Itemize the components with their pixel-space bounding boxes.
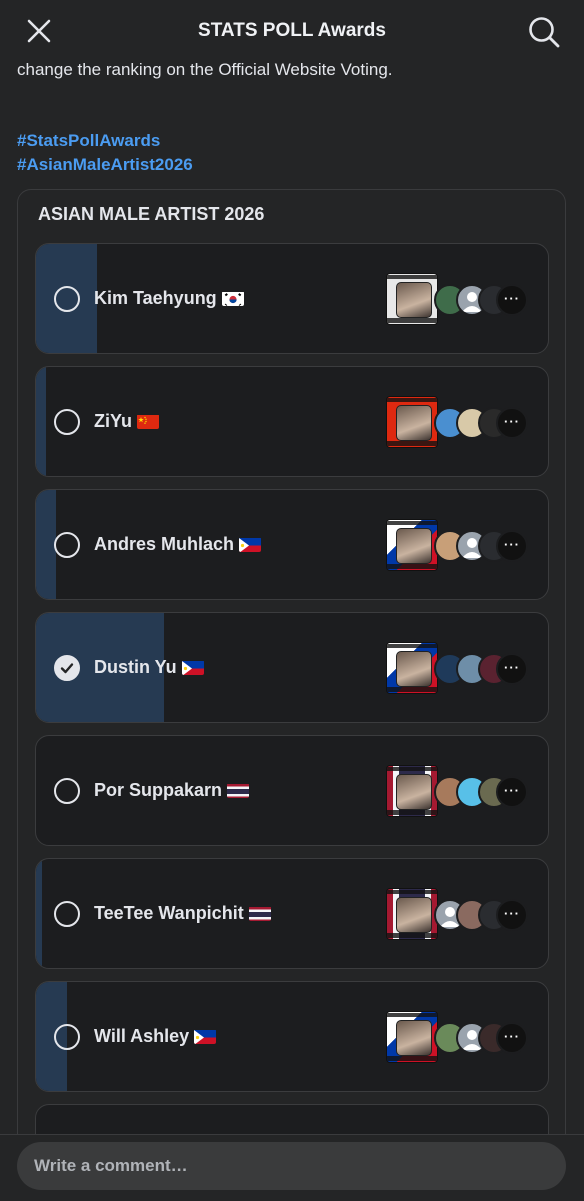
voter-avatars[interactable]: ··· [386,642,536,696]
poll-option-label: Por Suppakarn [94,780,250,801]
poll-option[interactable]: Andres Muhlach ··· [35,489,549,600]
poll-title: ASIAN MALE ARTIST 2026 [38,204,265,224]
voter-avatars[interactable]: ··· [386,396,536,450]
voter-avatars[interactable]: ··· [386,765,536,819]
flag-ph-icon [239,537,262,552]
check-icon [60,663,74,674]
voter-avatars[interactable]: ··· [386,888,536,942]
radio-button[interactable] [54,532,80,558]
award-poster-thumbnail [386,888,438,940]
post-text: change the ranking on the Official Websi… [17,60,393,79]
award-poster-thumbnail [386,642,438,694]
more-voters-icon[interactable]: ··· [496,899,528,931]
award-poster-thumbnail [386,1011,438,1063]
poll-option-label: Kim Taehyung [94,288,244,309]
option-name: ZiYu [94,411,133,431]
poll-option-label: TeeTee Wanpichit [94,903,271,924]
radio-button[interactable] [54,286,80,312]
option-name: Andres Muhlach [94,534,235,554]
flag-cn-icon [137,414,160,429]
poll-option-label: Dustin Yu [94,657,204,678]
top-bar: STATS POLL Awards [0,0,584,62]
poll-option-label: Andres Muhlach [94,534,262,555]
option-name: Will Ashley [94,1026,190,1046]
more-voters-icon[interactable]: ··· [496,1022,528,1054]
more-voters-icon[interactable]: ··· [496,284,528,316]
poll-option[interactable]: TeeTee Wanpichit ··· [35,858,549,969]
vote-share-bar [36,367,47,476]
flag-kr-icon [221,291,244,306]
voter-avatars[interactable]: ··· [386,273,536,327]
more-voters-icon[interactable]: ··· [496,530,528,562]
award-poster-thumbnail [386,519,438,571]
search-icon[interactable] [524,12,564,52]
award-poster-thumbnail [386,765,438,817]
poll-option[interactable]: Por Suppakarn ··· [35,735,549,846]
flag-th-icon [248,906,271,921]
poll-card: ASIAN MALE ARTIST 2026 Kim Taehyung ··· Zi… [17,189,566,1149]
radio-button[interactable] [54,1024,80,1050]
poll-option-label: Will Ashley [94,1026,217,1047]
option-name: TeeTee Wanpichit [94,903,244,923]
more-voters-icon[interactable]: ··· [496,776,528,808]
award-poster-thumbnail [386,273,438,325]
poll-option[interactable]: ZiYu ··· [35,366,549,477]
voter-avatars[interactable]: ··· [386,519,536,573]
more-voters-icon[interactable]: ··· [496,407,528,439]
page-title: STATS POLL Awards [198,20,386,41]
poll-option[interactable]: Dustin Yu ··· [35,612,549,723]
radio-checked-icon[interactable] [54,655,80,681]
radio-button[interactable] [54,409,80,435]
hashtag-asianmaleartist2026[interactable]: #AsianMaleArtist2026 [17,155,193,175]
flag-ph-icon [194,1029,217,1044]
radio-button[interactable] [54,778,80,804]
option-name: Dustin Yu [94,657,177,677]
poll-option-label: ZiYu [94,411,160,432]
flag-th-icon [227,783,250,798]
option-name: Kim Taehyung [94,288,217,308]
voter-avatars[interactable]: ··· [386,1011,536,1065]
hashtag-statspollawards[interactable]: #StatsPollAwards [17,131,160,151]
poll-option[interactable]: Will Ashley ··· [35,981,549,1092]
radio-button[interactable] [54,901,80,927]
option-name: Por Suppakarn [94,780,223,800]
more-voters-icon[interactable]: ··· [496,653,528,685]
comment-input[interactable]: Write a comment… [17,1142,566,1190]
poll-option[interactable]: Kim Taehyung ··· [35,243,549,354]
award-poster-thumbnail [386,396,438,448]
flag-ph-icon [181,660,204,675]
vote-share-bar [36,859,43,968]
